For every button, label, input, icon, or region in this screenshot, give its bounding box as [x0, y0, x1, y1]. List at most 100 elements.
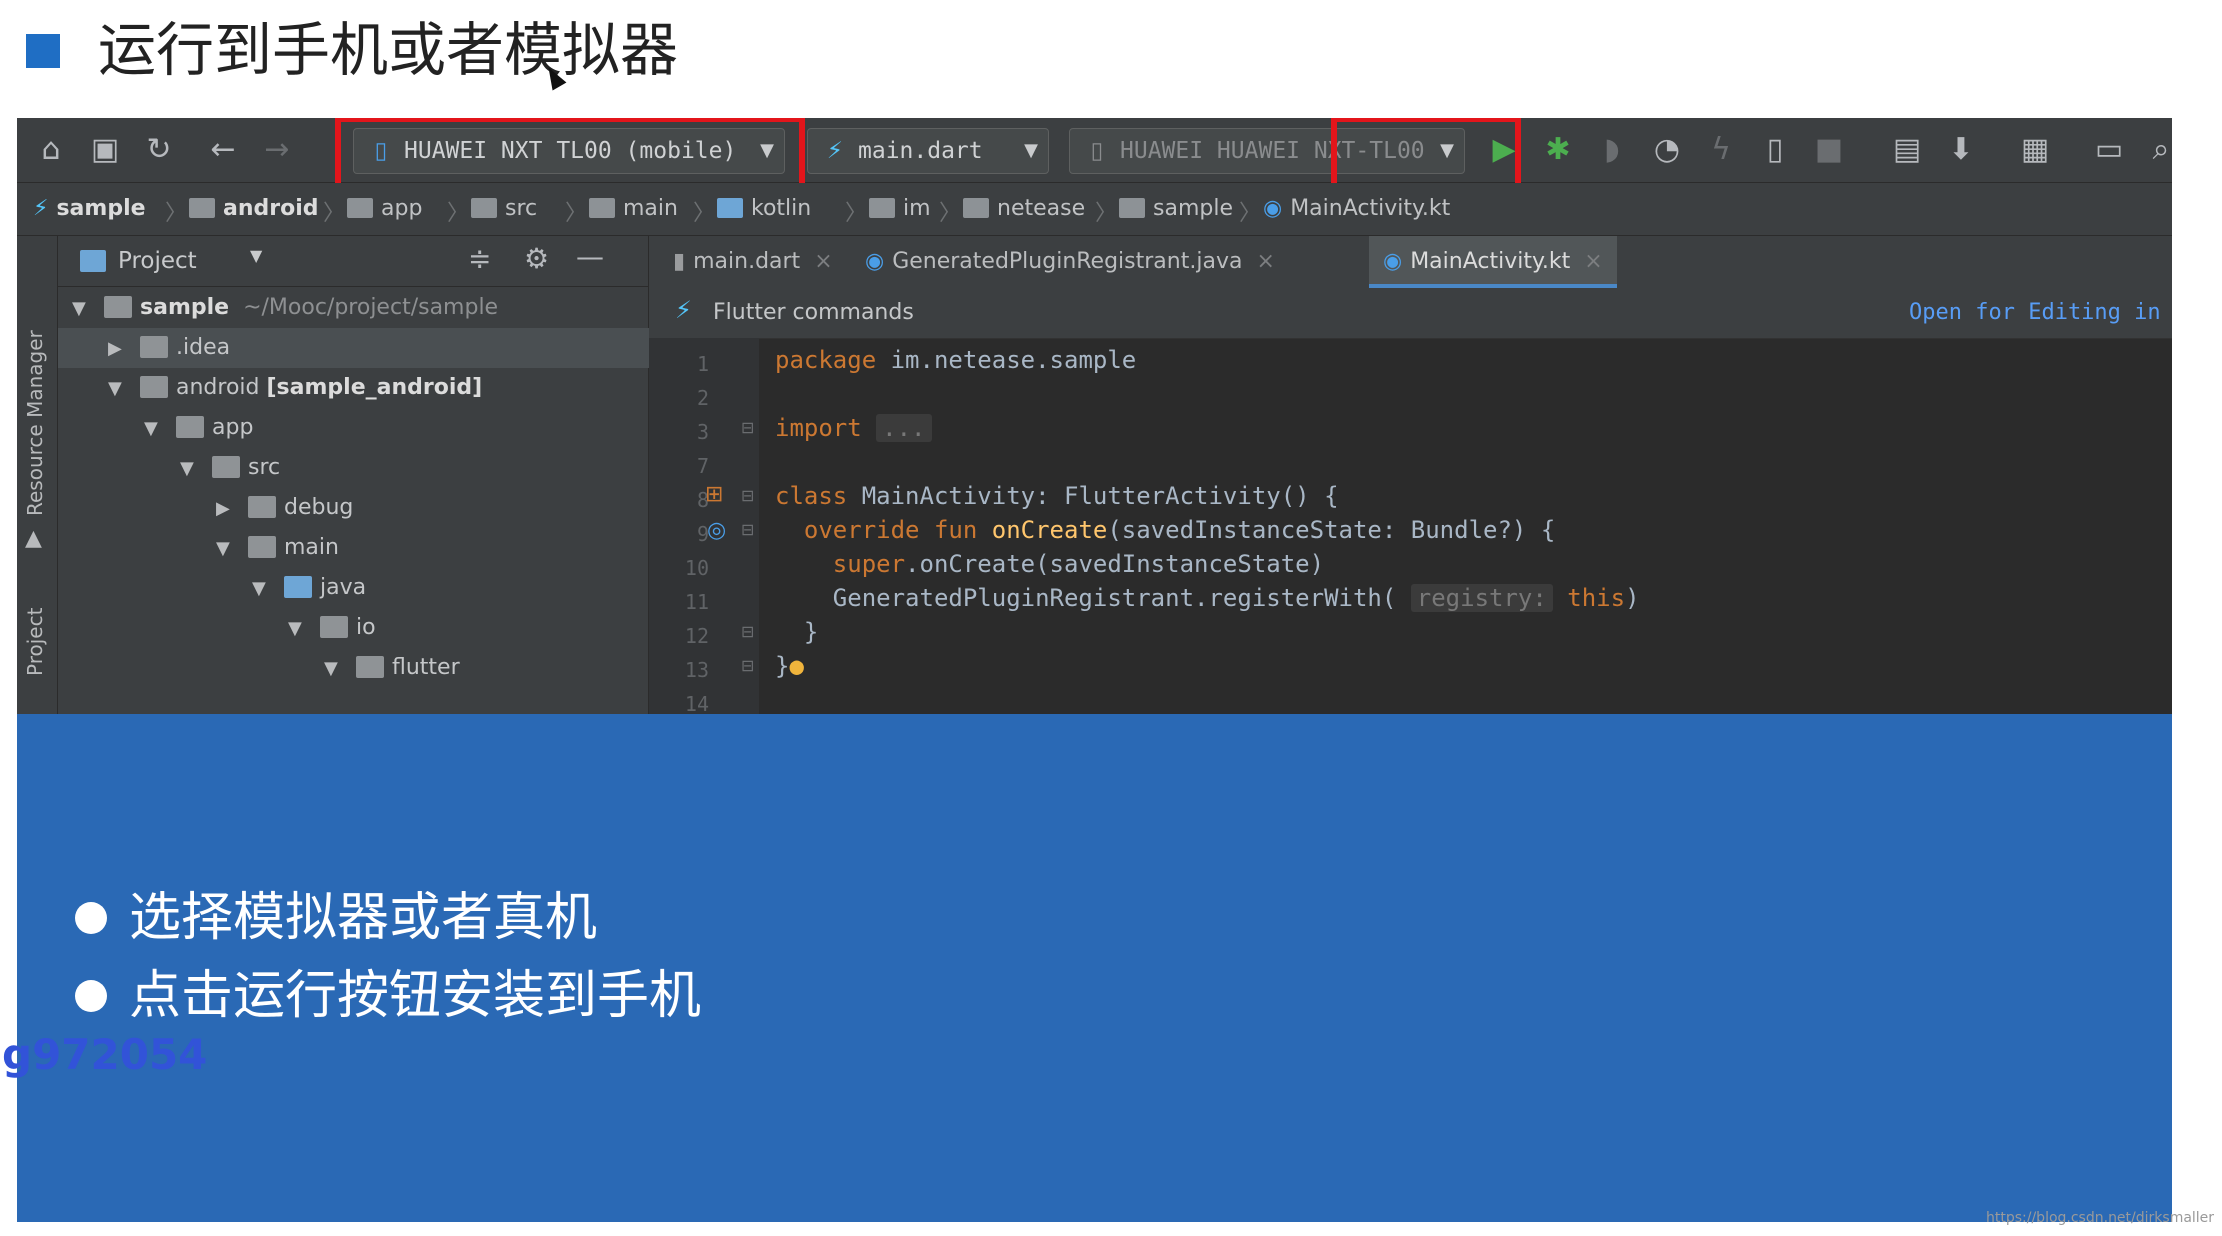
- breadcrumb-sample-root[interactable]: ⚡ sample: [33, 193, 146, 225]
- java-class-icon: ◉: [865, 249, 885, 274]
- footer-url: https://blog.csdn.net/dirksmaller: [1986, 1210, 2215, 1226]
- breadcrumb-main[interactable]: main: [589, 193, 678, 225]
- tool-window-strip: Resource Manager ▲ Project: [17, 236, 58, 714]
- android-manifest-icon[interactable]: ⊞: [705, 482, 723, 507]
- line-number: 9: [696, 522, 709, 546]
- project-view-icon: [80, 250, 106, 272]
- breadcrumb-im[interactable]: im: [869, 193, 931, 225]
- breadcrumb: ⚡ sample 〉 android 〉 app 〉 src 〉 main 〉 k…: [17, 183, 2172, 236]
- profile-icon[interactable]: ◔: [1649, 132, 1685, 168]
- project-panel: Project ▼ ≑ ⚙ — ▼ sample ~/Mooc/project/s…: [58, 236, 698, 714]
- code-line-9[interactable]: override fun onCreate(savedInstanceState…: [775, 516, 1555, 544]
- fold-marker-icon[interactable]: ⊟: [741, 520, 754, 539]
- chevron-down-icon[interactable]: ▼: [250, 246, 262, 265]
- resource-manager-tab[interactable]: Resource Manager: [23, 330, 47, 516]
- slide-content-band: 选择模拟器或者真机 点击运行按钮安装到手机: [17, 714, 2172, 1222]
- line-number: 3: [696, 420, 709, 444]
- kotlin-class-icon: ◉: [1383, 249, 1403, 274]
- tree-item-idea[interactable]: ▶ .idea: [58, 328, 698, 368]
- line-number: 2: [696, 386, 709, 410]
- search-icon[interactable]: ⌕: [2143, 132, 2172, 168]
- chevron-down-icon: ▼: [1024, 140, 1038, 161]
- breadcrumb-sample-pkg[interactable]: sample: [1119, 193, 1233, 225]
- editor-tabs: ▮ main.dart × ◉ GeneratedPluginRegistrant.j…: [649, 236, 2172, 289]
- ide-window: ⌂ ▣ ↻ ← → ▯ HUAWEI NXT TL00 (mobile) ▼ ⚡…: [17, 118, 2172, 714]
- tab-main-dart[interactable]: ▮ main.dart ×: [673, 236, 847, 288]
- open-folder-icon[interactable]: ⌂: [33, 132, 69, 168]
- code-line-3[interactable]: import ...: [775, 414, 932, 442]
- sync-icon[interactable]: ↻: [141, 132, 177, 168]
- save-icon[interactable]: ▣: [87, 132, 123, 168]
- line-number: 8: [696, 488, 709, 512]
- tree-item-app[interactable]: ▼ app: [58, 408, 734, 448]
- resource-manager-icon: ▲: [25, 526, 42, 551]
- bullet-dot: [75, 902, 107, 934]
- line-number: 1: [696, 352, 709, 376]
- phone-icon: ▯: [1090, 138, 1104, 164]
- code-line-8[interactable]: class MainActivity: FlutterActivity() {: [775, 482, 1339, 510]
- dart-file-icon: ▮: [673, 249, 686, 274]
- line-number: 10: [684, 556, 709, 580]
- tree-item-sample[interactable]: ▼ sample ~/Mooc/project/sample: [58, 288, 662, 328]
- debug-icon[interactable]: ✱: [1540, 132, 1576, 168]
- fold-marker-icon[interactable]: ⊟: [741, 622, 754, 641]
- flutter-commands-label: Flutter commands: [713, 300, 914, 325]
- attach-debugger-icon[interactable]: ▯: [1757, 132, 1793, 168]
- fold-marker-icon[interactable]: ⊟: [741, 656, 754, 675]
- breadcrumb-app[interactable]: app: [347, 193, 422, 225]
- bullet-dot: [75, 980, 107, 1012]
- kotlin-class-icon: ◉: [1263, 196, 1283, 221]
- line-number: 7: [696, 454, 709, 478]
- breadcrumb-android[interactable]: android: [189, 193, 319, 225]
- code-line-13[interactable]: }●: [775, 652, 804, 680]
- flutter-commands-bar: ⚡ Flutter commands Open for Editing in A…: [649, 288, 2172, 339]
- bullet-text-1: 选择模拟器或者真机: [129, 888, 598, 948]
- project-panel-header: Project ▼ ≑ ⚙ —: [58, 236, 648, 287]
- bullet-text-2: 点击运行按钮安装到手机: [129, 966, 702, 1026]
- code-line-11[interactable]: GeneratedPluginRegistrant.registerWith( …: [775, 584, 1640, 612]
- tab-mainactivity-kt[interactable]: ◉ MainActivity.kt ×: [1369, 236, 1617, 288]
- close-icon[interactable]: ×: [1256, 249, 1274, 274]
- back-icon[interactable]: ←: [205, 132, 241, 168]
- code-line-12[interactable]: }: [775, 618, 818, 646]
- flutter-icon: ⚡: [33, 196, 49, 221]
- close-icon[interactable]: ×: [814, 249, 832, 274]
- run-config-selector[interactable]: ⚡ main.dart ▼: [807, 128, 1049, 174]
- hot-reload-icon[interactable]: ϟ: [1703, 132, 1739, 168]
- coverage-icon[interactable]: ◗: [1594, 132, 1630, 168]
- breadcrumb-src[interactable]: src: [471, 193, 537, 225]
- fold-marker-icon[interactable]: ⊟: [741, 486, 754, 505]
- sdk-manager-icon[interactable]: ⬇: [1943, 132, 1979, 168]
- line-number: 11: [684, 590, 709, 614]
- project-structure-icon[interactable]: ▦: [2017, 132, 2053, 168]
- fold-marker-icon[interactable]: ⊟: [741, 418, 754, 437]
- collapse-all-icon[interactable]: ≑: [468, 242, 491, 275]
- forward-icon[interactable]: →: [259, 132, 295, 168]
- breadcrumb-netease[interactable]: netease: [963, 193, 1085, 225]
- code-line-1[interactable]: package im.netease.sample: [775, 346, 1136, 374]
- title-bullet-square: [26, 34, 60, 68]
- override-marker-icon[interactable]: ◎: [707, 518, 726, 543]
- avd-manager-icon[interactable]: ▤: [1889, 132, 1925, 168]
- code-line-10[interactable]: super.onCreate(savedInstanceState): [775, 550, 1324, 578]
- stop-icon[interactable]: ■: [1811, 132, 1847, 168]
- hide-panel-icon[interactable]: —: [576, 240, 604, 273]
- tree-item-android[interactable]: ▼ android [sample_android]: [58, 368, 698, 408]
- flutter-icon: ⚡: [826, 138, 844, 164]
- project-tool-tab[interactable]: Project: [23, 608, 47, 676]
- main-toolbar: ⌂ ▣ ↻ ← → ▯ HUAWEI NXT TL00 (mobile) ▼ ⚡…: [17, 118, 2172, 208]
- device-manager-icon[interactable]: ▭: [2091, 132, 2127, 168]
- slide-title: 运行到手机或者模拟器: [98, 16, 679, 84]
- run-config-label: main.dart: [858, 138, 983, 164]
- line-number: 13: [684, 658, 709, 682]
- close-icon[interactable]: ×: [1584, 249, 1602, 274]
- tab-generated-plugin-registrant[interactable]: ◉ GeneratedPluginRegistrant.java ×: [865, 236, 1289, 288]
- gear-icon[interactable]: ⚙: [524, 242, 549, 275]
- line-number: 14: [684, 692, 709, 714]
- flutter-icon: ⚡: [675, 296, 692, 324]
- lightbulb-icon[interactable]: ●: [789, 652, 803, 680]
- open-for-editing-link[interactable]: Open for Editing in Android Studio: [1909, 300, 2172, 325]
- project-view-label[interactable]: Project: [118, 244, 197, 278]
- breadcrumb-kotlin[interactable]: kotlin: [717, 193, 811, 225]
- breadcrumb-mainactivity[interactable]: ◉ MainActivity.kt: [1263, 193, 1450, 225]
